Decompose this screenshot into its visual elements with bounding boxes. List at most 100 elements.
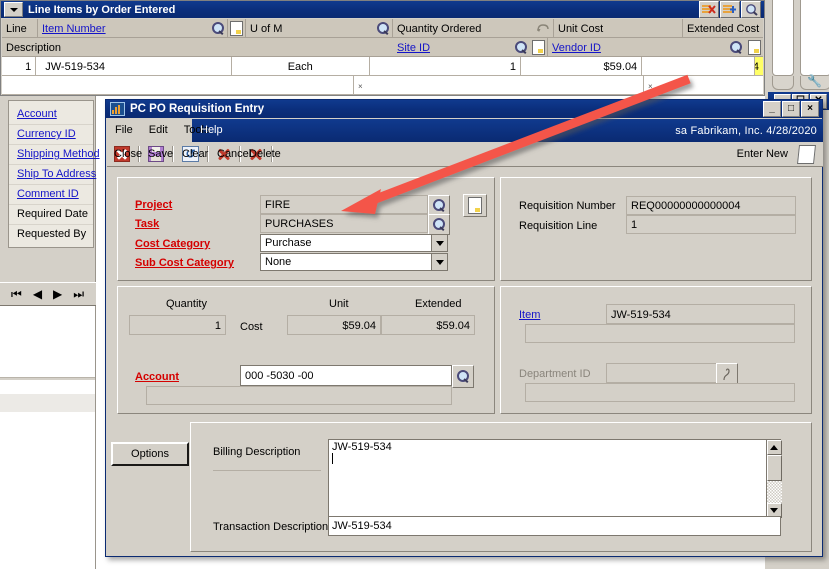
delete-button-label: Delete <box>249 148 281 160</box>
dialog-titlebar: PC PO Requisition Entry _ □ × <box>106 100 822 118</box>
account-field[interactable]: 000 -5030 -00 <box>240 365 452 386</box>
cell-line: 1 <box>2 57 37 76</box>
menu-help[interactable]: Help <box>192 119 231 142</box>
delete-row-icon[interactable] <box>699 1 719 18</box>
item-label[interactable]: Item <box>519 309 540 321</box>
chevron-down-icon-2[interactable] <box>431 254 447 270</box>
cell-quantity-ordered[interactable]: 1 <box>369 57 521 76</box>
site-id-new-icon[interactable] <box>530 38 548 57</box>
scroll-up-icon[interactable] <box>766 440 782 455</box>
col-site-id-link[interactable]: Site ID <box>397 42 430 54</box>
sub-cost-category-select[interactable]: None <box>260 253 448 271</box>
department-lookup-icon[interactable] <box>716 363 738 385</box>
background-tab-1 <box>772 76 794 90</box>
project-label[interactable]: Project <box>135 199 172 211</box>
sub-cost-category-value: None <box>265 256 292 268</box>
table-row-empty[interactable]: × × <box>2 76 763 95</box>
col-vendor-id: Vendor ID <box>548 38 727 57</box>
scrollbar-thumb[interactable] <box>766 455 782 481</box>
background-pane-1 <box>772 0 794 76</box>
wrench-icon: 🔧 <box>807 74 822 88</box>
toolbar-right: Enter New <box>737 144 823 164</box>
sidebar-item-comment-id[interactable]: Comment ID <box>9 185 93 205</box>
col-vendor-id-link[interactable]: Vendor ID <box>552 42 601 54</box>
uom-lookup-icon[interactable] <box>375 19 393 38</box>
cost-category-label[interactable]: Cost Category <box>135 238 210 250</box>
item-number-lookup-icon[interactable] <box>210 19 228 38</box>
maximize-button[interactable]: □ <box>782 101 800 117</box>
clear-button[interactable]: ↺ Clear <box>175 143 208 166</box>
vendor-id-lookup-icon[interactable] <box>727 38 745 57</box>
close-action[interactable]: Close <box>107 143 142 166</box>
site-id-lookup-icon[interactable] <box>512 38 530 57</box>
requisition-line-field: 1 <box>626 215 796 234</box>
department-id-label: Department ID <box>519 368 591 380</box>
billing-description-scrollbar[interactable] <box>766 440 782 518</box>
close-button[interactable]: × <box>801 101 819 117</box>
account-label[interactable]: Account <box>135 371 179 383</box>
col-item-number-link[interactable]: Item Number <box>42 23 106 35</box>
insert-row-icon[interactable] <box>720 1 740 18</box>
cell-unit-cost[interactable]: $59.04 <box>520 57 643 76</box>
text-caret <box>332 453 333 464</box>
task-lookup-icon[interactable] <box>428 214 450 235</box>
quantity-expand-icon[interactable] <box>532 19 554 38</box>
spacer-c <box>375 38 393 57</box>
sidebar-item-account[interactable]: Account <box>9 105 93 125</box>
transaction-description-field[interactable]: JW-519-534 <box>328 516 781 536</box>
sidebar-item-ship-to-address[interactable]: Ship To Address <box>9 165 96 185</box>
cell-description-empty[interactable] <box>2 76 354 95</box>
screen-root: 🔧 _ ☐ ✕ Account Currency ID Shipping Met… <box>0 0 829 569</box>
grid-header-row-1: Line Item Number U of M Quantity Ordered… <box>2 19 763 38</box>
cancel-button[interactable]: Cancel <box>210 143 251 166</box>
options-button[interactable]: Options <box>111 442 189 466</box>
billing-description-textarea[interactable]: JW-519-534 <box>328 439 781 519</box>
unit-cost-field[interactable]: $59.04 <box>287 315 381 335</box>
billing-description-value: JW-519-534 <box>332 441 392 453</box>
chevron-down-icon[interactable] <box>431 235 447 251</box>
menu-items: File Edit Tools <box>107 119 209 142</box>
item-field[interactable]: JW-519-534 <box>606 304 795 324</box>
menu-file[interactable]: File <box>107 119 141 142</box>
cell-extended-cost[interactable]: $59.04 <box>755 57 763 76</box>
project-new-icon[interactable] <box>463 194 487 217</box>
menu-edit[interactable]: Edit <box>141 119 176 142</box>
minimize-button[interactable]: _ <box>763 101 781 117</box>
cell-site-id-empty[interactable]: × <box>354 76 644 95</box>
task-field[interactable]: PURCHASES <box>260 214 428 233</box>
sidebar-item-shipping-method[interactable]: Shipping Method <box>9 145 100 165</box>
cost-category-select[interactable]: Purchase <box>260 234 448 252</box>
cell-extended-cost-blank[interactable] <box>642 57 755 76</box>
sub-cost-category-label[interactable]: Sub Cost Category <box>135 257 234 269</box>
quantity-label: Quantity <box>166 298 207 310</box>
project-field[interactable]: FIRE <box>260 195 428 214</box>
requisition-number-label: Requisition Number <box>519 200 616 212</box>
first-record-icon[interactable]: ⏮ <box>11 288 22 300</box>
previous-record-icon[interactable]: ◀ <box>33 288 42 300</box>
cell-vendor-id-empty[interactable]: × <box>644 76 763 95</box>
table-row[interactable]: 1 JW-519-534 Each 1 $59.04 $59.04 <box>2 57 763 76</box>
last-record-icon[interactable]: ⏭ <box>73 288 84 300</box>
col-line: Line <box>2 19 38 38</box>
background-left-panel: Account Currency ID Shipping Method Ship… <box>0 96 100 569</box>
item-number-new-icon[interactable] <box>228 19 246 38</box>
scrollbar-track[interactable] <box>766 481 782 503</box>
cell-uom[interactable]: Each <box>231 57 370 76</box>
account-lookup-icon[interactable] <box>452 365 474 388</box>
new-document-icon[interactable] <box>797 144 816 164</box>
cell-item-number[interactable]: JW-519-534 <box>36 57 232 76</box>
expand-caret-icon[interactable] <box>4 2 23 17</box>
next-record-icon[interactable]: ▶ <box>53 288 62 300</box>
transaction-description-label: Transaction Description <box>213 521 329 533</box>
enter-new-label[interactable]: Enter New <box>737 148 788 160</box>
save-button[interactable]: Save <box>141 143 173 166</box>
quantity-field[interactable]: 1 <box>129 315 226 335</box>
sidebar-item-currency-id[interactable]: Currency ID <box>9 125 93 145</box>
project-lookup-icon[interactable] <box>428 195 450 216</box>
line-items-window: Line Items by Order Entered Line Item Nu… <box>0 0 765 96</box>
task-label[interactable]: Task <box>135 218 159 230</box>
lookup-icon[interactable] <box>741 1 761 18</box>
vendor-id-new-icon[interactable] <box>745 38 763 57</box>
cost-category-value: Purchase <box>265 237 312 249</box>
extended-cost-field[interactable]: $59.04 <box>381 315 475 335</box>
